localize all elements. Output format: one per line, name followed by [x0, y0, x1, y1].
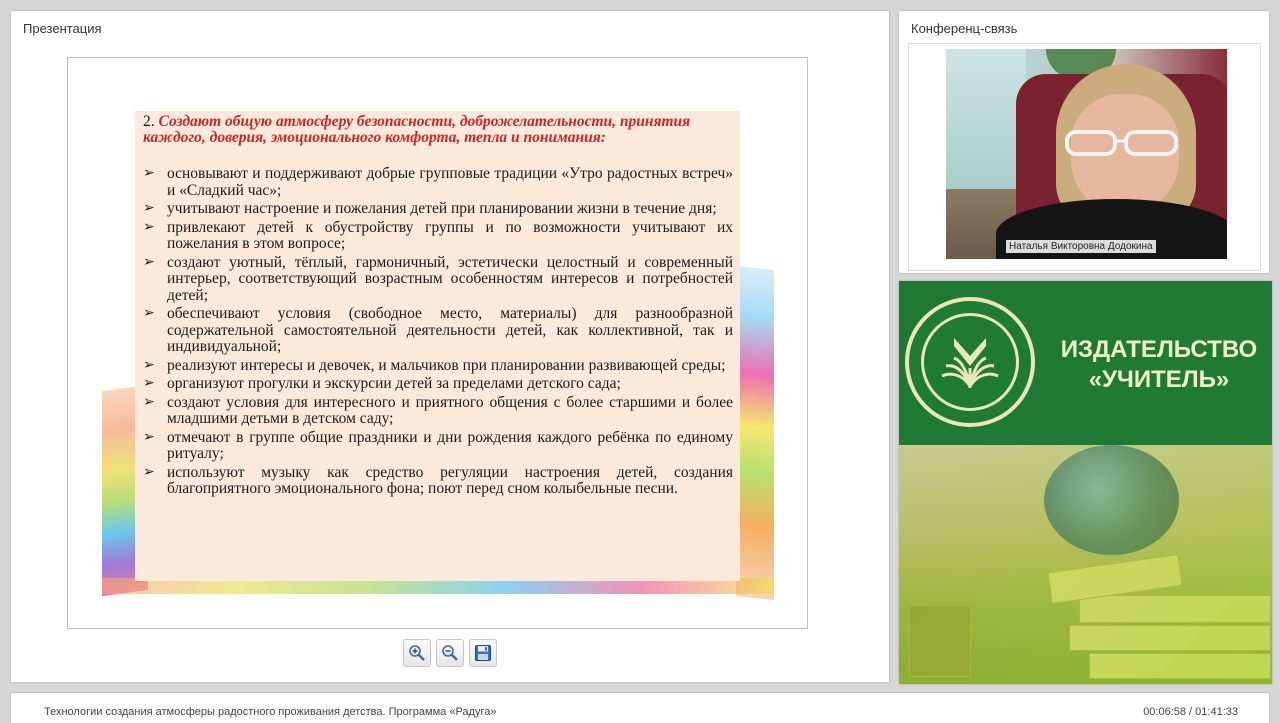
slide-bullet-item: ➢ учитывают настроение и пожелания детей …	[143, 200, 717, 217]
slide: 2. Создают общую атмосферу безопасности,…	[67, 57, 808, 629]
slide-bullet-item: ➢ используют музыку как средство регуляци…	[143, 463, 733, 497]
slide-bullet-item: ➢ привлекают детей к обустройству группы …	[143, 218, 733, 252]
speaker-glasses	[1065, 130, 1178, 156]
slide-bullet-item: ➢ создают уютный, тёплый, гармоничный, эс…	[143, 253, 733, 304]
book-logo-icon	[941, 338, 999, 388]
bullet-arrow-icon: ➢	[143, 166, 155, 181]
slide-bullet-item: ➢ основывают и поддерживают добрые группо…	[143, 165, 733, 199]
slide-bullet-item: ➢ обеспечивают условия (свободное место, …	[143, 305, 733, 355]
bullet-arrow-icon: ➢	[143, 306, 155, 321]
bullet-arrow-icon: ➢	[143, 219, 155, 235]
video-background-window	[946, 49, 1026, 189]
footer-bar: Технологии создания атмосферы радостного…	[11, 693, 1269, 723]
slide-heading-text: Создают общую атмосферу безопасности, до…	[143, 113, 691, 146]
webinar-title: Технологии создания атмосферы радостного…	[44, 706, 497, 718]
zoom-in-icon	[409, 645, 425, 661]
slide-toolbar	[403, 639, 497, 667]
speaker-video: Наталья Викторовна Додокина	[946, 49, 1227, 259]
conference-panel-title: Конференц-связь	[911, 21, 1018, 36]
bullet-arrow-icon: ➢	[143, 394, 155, 410]
slide-decoration-right	[736, 266, 774, 600]
playback-time: 00:06:58 / 01:41:33	[1143, 706, 1238, 718]
slide-bullet-list: ➢ основывают и поддерживают добрые группо…	[143, 165, 733, 500]
conference-panel: Конференц-связь Наталья Викторовна Додок…	[899, 11, 1269, 273]
zoom-in-button[interactable]	[403, 639, 431, 667]
publisher-name: ИЗДАТЕЛЬСТВО «УЧИТЕЛЬ»	[1060, 336, 1258, 393]
publisher-logo-inner-ring	[921, 313, 1019, 411]
presentation-panel: Презентация 2. Создают общую атмосферу б…	[11, 11, 889, 682]
slide-bullet-item: ➢ организуют прогулки и экскурсии детей з…	[143, 375, 621, 392]
bullet-arrow-icon: ➢	[143, 357, 155, 373]
presentation-panel-title: Презентация	[23, 21, 102, 36]
slide-heading: 2. Создают общую атмосферу безопасности,…	[143, 114, 733, 145]
publisher-banner: ИЗДАТЕЛЬСТВО «УЧИТЕЛЬ»	[899, 281, 1272, 684]
publisher-logo	[905, 297, 1035, 427]
bullet-arrow-icon: ➢	[143, 201, 155, 216]
bullet-arrow-icon: ➢	[143, 254, 155, 270]
bullet-arrow-icon: ➢	[143, 376, 155, 391]
banner-photo-books-globe	[899, 445, 1272, 684]
slide-bullet-item: ➢ создают условия для интересного и прият…	[143, 393, 733, 427]
zoom-out-button[interactable]	[436, 639, 464, 667]
banner-photo-overlay	[899, 445, 1272, 684]
slide-bullet-item: ➢ реализуют интересы и девочек, и мальчик…	[143, 356, 726, 374]
save-icon	[475, 645, 491, 661]
slide-heading-number: 2.	[143, 113, 155, 130]
bullet-arrow-icon: ➢	[143, 429, 155, 445]
save-button[interactable]	[469, 639, 497, 667]
zoom-out-icon	[442, 645, 458, 661]
bullet-arrow-icon: ➢	[143, 464, 155, 480]
slide-bullet-item: ➢ отмечают в группе общие праздники и дни…	[143, 428, 733, 462]
speaker-name-label: Наталья Викторовна Додокина	[1006, 240, 1156, 253]
